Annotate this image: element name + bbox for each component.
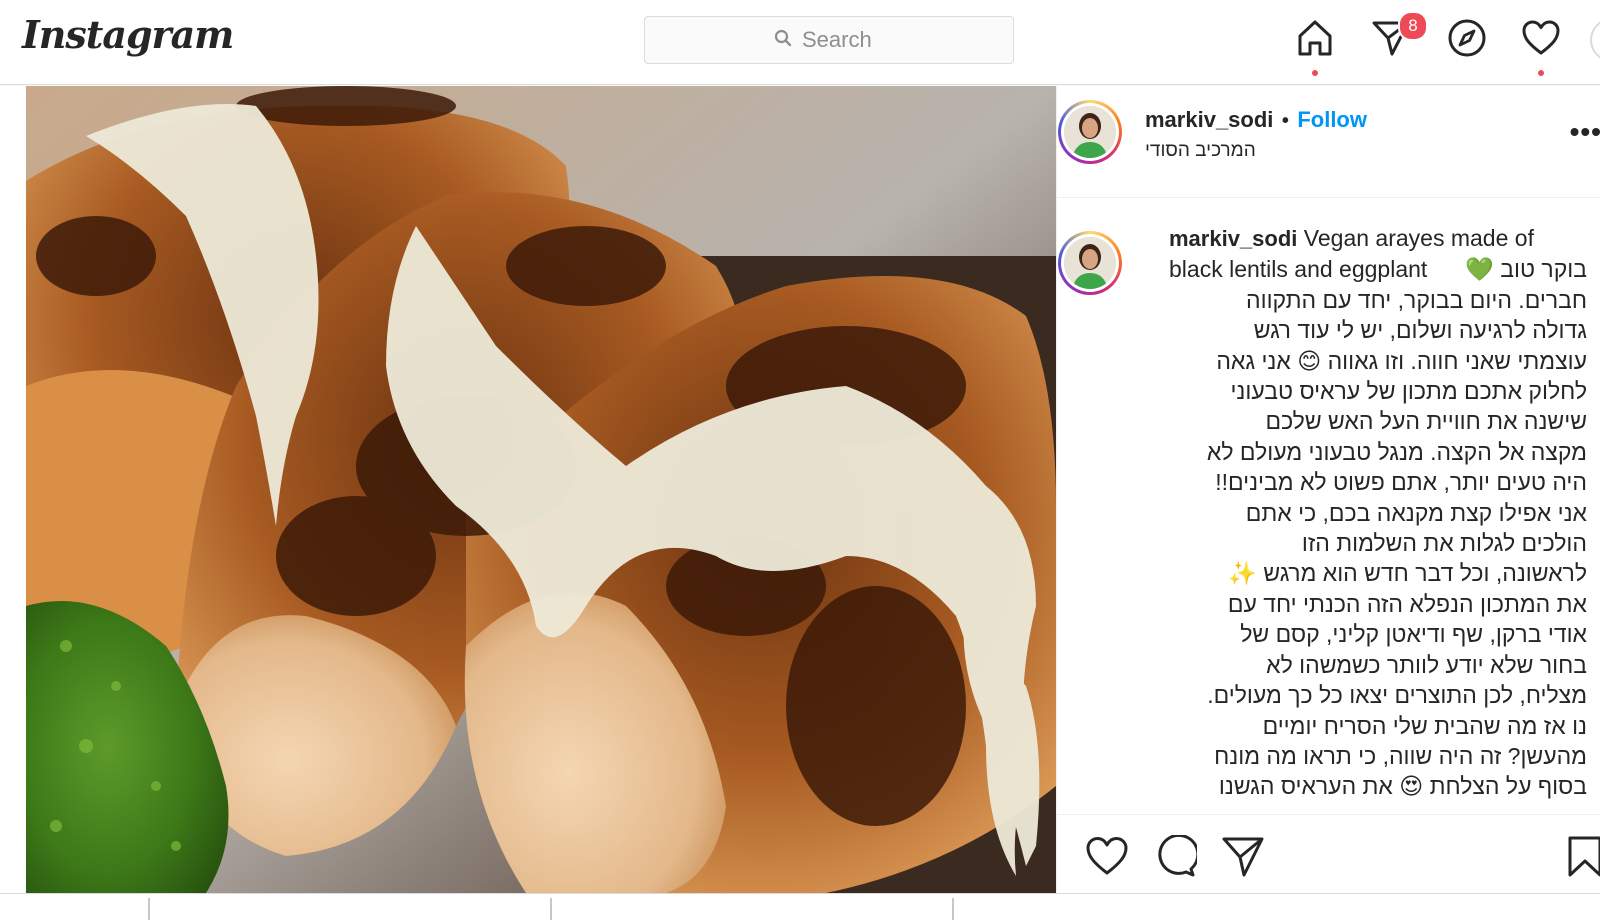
food-photo-illustration: [26, 86, 1056, 893]
more-options-icon[interactable]: •••: [1570, 116, 1600, 148]
author-avatar[interactable]: [1058, 100, 1122, 164]
caption-line: מהעשן? זה היה שווה, כי תראו מה מונח: [1214, 742, 1587, 769]
nav-home-button[interactable]: [1292, 14, 1338, 76]
nav-direct-button[interactable]: 8: [1368, 11, 1428, 68]
caption-line: לראשונה, וכל דבר חדש הוא מרגש ✨: [1228, 560, 1587, 587]
instagram-logo[interactable]: Instagram: [22, 12, 234, 57]
caption-line: נו אז מה שהבית שלי הסריח יומיים: [1262, 712, 1587, 739]
nav-activity-button[interactable]: [1518, 14, 1564, 76]
post-sidebar: markiv_sodi • Follow המרכיב הסודי ••• ma…: [1056, 86, 1600, 893]
post-header: markiv_sodi • Follow המרכיב הסודי •••: [1057, 86, 1600, 198]
author-username[interactable]: markiv_sodi: [1145, 107, 1273, 132]
feed-edge-strip: [0, 86, 27, 893]
caption-line: מצליח, לכן התוצרים יצאו כל כך מעולים.: [1207, 682, 1587, 709]
caption-line: את המתכון הנפלא הזה הכנתי יחד עם: [1227, 590, 1587, 617]
post-modal: markiv_sodi • Follow המרכיב הסודי ••• ma…: [0, 86, 1600, 893]
bottom-grid-strip: [0, 893, 1600, 923]
like-heart-icon[interactable]: [1085, 835, 1129, 882]
save-bookmark-icon[interactable]: [1567, 835, 1600, 882]
post-actions-bar: [1057, 814, 1600, 895]
caption-line: היה טעים יותר, אתם פשוט לא מבינים!!: [1215, 469, 1587, 496]
caption-line: אודי ברקן, שף ודיאטן קליני, קסם של: [1240, 621, 1587, 648]
grid-divider: [148, 898, 150, 920]
post-image[interactable]: [26, 86, 1056, 893]
caption-scroll-area[interactable]: markiv_sodi Vegan arayes made of black l…: [1057, 199, 1600, 811]
caption-line: הולכים לגלות את השלמות הזו: [1301, 530, 1587, 557]
caption-line: אני אפילו קצת מקנאה בכם, כי אתם: [1245, 499, 1587, 526]
caption-line: לחלוק אתכם מתכון של עראיס טבעוני: [1230, 378, 1587, 405]
follow-button[interactable]: Follow: [1297, 107, 1367, 132]
caption-line: חברים. היום בבוקר, יחד עם התקווה: [1246, 286, 1587, 313]
top-navigation-bar: Instagram 8: [0, 0, 1600, 85]
caption-username[interactable]: markiv_sodi: [1169, 226, 1297, 251]
caption-line: גדולה לרגיעה ושלום, יש לי עוד רגש: [1253, 317, 1587, 344]
grid-divider: [952, 898, 954, 920]
header-separator: •: [1281, 110, 1289, 132]
caption-line: עוצמתי שאני חווה. וזו גאווה 😊 אני גאה: [1216, 347, 1587, 374]
search-icon: [774, 27, 792, 53]
search-input[interactable]: [800, 26, 884, 54]
search-box[interactable]: [644, 16, 1014, 64]
activity-notification-dot: [1538, 70, 1544, 76]
author-display-name: המרכיב הסודי: [1145, 140, 1256, 161]
caption-line: בחור שלא יודע לוותר כשמשהו לא: [1266, 651, 1587, 678]
home-notification-dot: [1312, 70, 1318, 76]
comment-icon[interactable]: [1153, 833, 1200, 882]
messages-count-badge: 8: [1398, 11, 1428, 41]
caption-author-avatar[interactable]: [1058, 231, 1122, 295]
caption-line: בסוף על הצלחת 😍 את העראיס הגשנו: [1218, 773, 1587, 800]
share-icon[interactable]: [1221, 835, 1265, 882]
caption-line: שישנה את חוויית העל האש שלכם: [1265, 408, 1587, 435]
profile-avatar[interactable]: [1590, 18, 1600, 62]
nav-explore-button[interactable]: [1444, 14, 1490, 68]
caption-line: מקצה אל הקצה. מנגל טבעוני מעולם לא: [1206, 438, 1587, 465]
grid-divider: [550, 898, 552, 920]
post-caption: markiv_sodi Vegan arayes made of black l…: [1169, 223, 1587, 802]
